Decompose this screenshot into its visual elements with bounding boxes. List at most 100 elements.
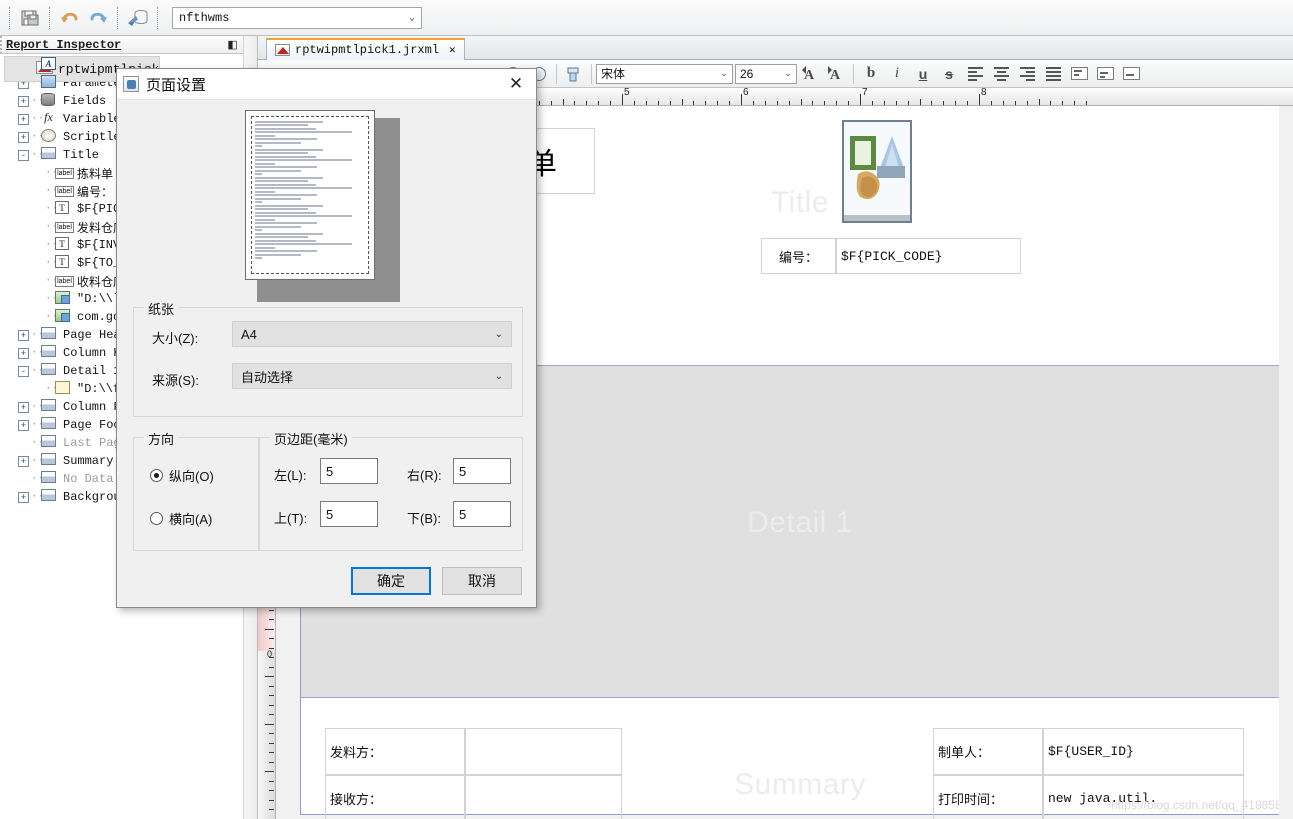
expand-icon[interactable]: + <box>18 401 29 413</box>
tree-connector: ·· <box>45 167 59 179</box>
ruler-tick <box>269 685 274 687</box>
collapse-icon[interactable]: - <box>18 365 29 377</box>
margins-group: 页边距(毫米) 左(L): 5 右(R): 5 上(T): 5 下(B): 5 <box>259 429 523 551</box>
tree-connector: ·· <box>31 491 45 503</box>
tree-item-label: Summary <box>63 454 114 468</box>
print-time-value[interactable]: new java.util. <box>1043 775 1244 819</box>
vertical-ruler-label: 0 <box>266 649 272 659</box>
font-family-combobox[interactable]: 宋体 ⌄ <box>596 63 733 84</box>
band-icon <box>41 489 59 505</box>
increase-font-size-icon[interactable]: A <box>798 63 822 85</box>
expand-icon[interactable]: + <box>18 455 29 467</box>
toolbar-divider <box>49 6 51 29</box>
paper-source-select[interactable]: 自动选择 ⌄ <box>232 363 512 389</box>
tree-connector: ·· <box>45 293 59 305</box>
decrease-font-size-icon[interactable]: A <box>824 63 848 85</box>
chevron-down-icon[interactable]: ⌄ <box>403 12 421 24</box>
align-center-icon[interactable] <box>989 63 1013 85</box>
preview-text-line <box>255 155 316 158</box>
paper-size-select[interactable]: A4 ⌄ <box>232 321 512 347</box>
collapse-icon[interactable]: - <box>18 149 29 161</box>
align-left-icon[interactable] <box>963 63 987 85</box>
expand-icon[interactable]: + <box>18 131 29 143</box>
bold-button[interactable]: b <box>859 63 883 85</box>
margin-left-label: 左(L): <box>274 468 307 483</box>
italic-button[interactable]: i <box>885 63 909 85</box>
minimize-icon[interactable]: ◧ <box>227 38 237 51</box>
margin-left-input[interactable]: 5 <box>320 458 378 484</box>
font-family-value: 宋体 <box>601 67 626 81</box>
align-bottom-icon[interactable] <box>1119 63 1143 85</box>
format-painter-icon[interactable] <box>562 63 586 85</box>
chevron-down-icon[interactable]: ⌄ <box>780 68 796 79</box>
issuer-value[interactable] <box>465 728 622 775</box>
chevron-down-icon[interactable]: ⌄ <box>495 371 503 382</box>
receiver-label[interactable]: 接收方： <box>325 775 465 819</box>
radio-dot-icon <box>150 512 163 525</box>
band-summary[interactable]: Summary 发料方： 接收方： 制单人： $F{USER_ID} 打印时间：… <box>301 698 1279 819</box>
tab-rptwipmtlpick1-jrxml[interactable]: rptwipmtlpick1.jrxml ✕ <box>266 38 465 60</box>
dialog-close-icon[interactable]: ✕ <box>502 74 530 94</box>
undo-icon[interactable] <box>56 4 84 32</box>
tab-label: rptwipmtlpick1.jrxml <box>295 43 440 57</box>
margin-bottom-label: 下(B): <box>407 511 441 526</box>
preview-text-line <box>255 236 308 238</box>
ruler-label: 7 <box>862 88 868 98</box>
receiver-value[interactable] <box>465 775 622 819</box>
align-right-icon[interactable] <box>1015 63 1039 85</box>
preview-text-line <box>255 183 316 186</box>
expand-icon[interactable]: + <box>18 347 29 359</box>
preview-text-line <box>255 208 308 210</box>
ruler-tick <box>269 638 274 639</box>
maker-label[interactable]: 制单人： <box>933 728 1043 775</box>
ruler-tick <box>919 99 921 105</box>
margin-bottom-input[interactable]: 5 <box>453 501 511 527</box>
strikethrough-button[interactable]: s <box>937 63 961 85</box>
code-label[interactable]: 编号： <box>761 238 836 274</box>
preview-text-line <box>255 124 308 126</box>
preview-text-line <box>255 243 352 245</box>
watermark-text: https://blog.csdn.net/qq_41885819 <box>1110 798 1279 812</box>
table-icon <box>55 381 73 397</box>
orientation-landscape-radio[interactable]: 横向(A) <box>150 509 212 528</box>
logo-image-element[interactable] <box>842 120 912 223</box>
redo-icon[interactable] <box>84 4 112 32</box>
expand-icon[interactable]: + <box>18 113 29 125</box>
expand-icon[interactable]: + <box>18 419 29 431</box>
tree-item-label: Fields <box>63 94 107 108</box>
chevron-down-icon[interactable]: ⌄ <box>495 329 503 340</box>
align-justify-icon[interactable] <box>1041 63 1065 85</box>
expand-icon[interactable]: + <box>18 491 29 503</box>
tab-close-icon[interactable]: ✕ <box>449 43 456 57</box>
margin-top-label: 上(T): <box>274 511 308 526</box>
datasource-icon[interactable] <box>124 4 152 32</box>
align-top-icon[interactable] <box>1067 63 1091 85</box>
cancel-button[interactable]: 取消 <box>442 567 522 595</box>
orientation-portrait-radio[interactable]: 纵向(O) <box>150 466 214 485</box>
ruler-tick <box>269 609 274 611</box>
preview-text-line <box>255 131 352 133</box>
maker-value[interactable]: $F{USER_ID} <box>1043 728 1244 775</box>
datasource-combobox[interactable]: nfthwms ⌄ <box>172 6 422 29</box>
margin-top-input[interactable]: 5 <box>320 501 378 527</box>
tree-connector: ·· <box>31 365 45 377</box>
expand-icon[interactable]: + <box>18 95 29 107</box>
save-icon[interactable] <box>16 4 44 32</box>
font-size-combobox[interactable]: 26 ⌄ <box>735 63 797 84</box>
code-value-field[interactable]: $F{PICK_CODE} <box>836 238 1021 274</box>
ok-button[interactable]: 确定 <box>351 567 431 595</box>
chevron-down-icon[interactable]: ⌄ <box>716 68 732 79</box>
datasource-value: nfthwms <box>179 10 230 25</box>
expand-icon[interactable]: + <box>18 329 29 341</box>
preview-text-line <box>255 218 275 221</box>
issuer-label[interactable]: 发料方： <box>325 728 465 775</box>
ruler-label: 6 <box>743 88 749 98</box>
margin-right-input[interactable]: 5 <box>453 458 511 484</box>
preview-text-line <box>255 201 262 203</box>
preview-text-line <box>255 194 317 196</box>
underline-button[interactable]: u <box>911 63 935 85</box>
preview-text-line <box>255 173 262 175</box>
align-middle-icon[interactable] <box>1093 63 1117 85</box>
print-time-label[interactable]: 打印时间： <box>933 775 1043 819</box>
paper-group-title: 纸张 <box>144 299 179 318</box>
